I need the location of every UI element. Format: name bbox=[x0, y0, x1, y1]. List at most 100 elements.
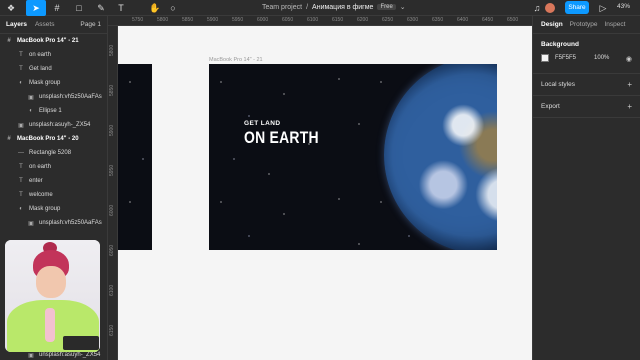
layer-item[interactable]: — Rectangle 5208 bbox=[0, 146, 107, 160]
avatar[interactable] bbox=[545, 3, 555, 13]
layer-label: unsplash:vh5z50AaFAs bbox=[39, 220, 102, 226]
layer-item[interactable]: T Get land bbox=[0, 62, 107, 76]
hero-title[interactable]: ON EARTH bbox=[244, 128, 319, 148]
background-fill-row[interactable]: F5F5F5 100% bbox=[541, 54, 632, 62]
pen-tool-icon[interactable]: ✎ bbox=[92, 0, 110, 16]
background-opacity[interactable]: 100% bbox=[594, 55, 609, 61]
zoom-level[interactable]: 43% bbox=[617, 3, 630, 10]
layer-label: Mask group bbox=[29, 206, 61, 212]
image-icon: ▣ bbox=[28, 220, 34, 227]
ruler-tick: 5900 bbox=[109, 124, 115, 136]
text-layer-icon: T bbox=[19, 192, 23, 198]
add-export-icon[interactable]: + bbox=[627, 102, 632, 111]
ruler-horizontal: 5750 5800 5850 5900 5950 6000 6050 6100 6150 6200… bbox=[108, 16, 543, 26]
ruler-tick: 6200 bbox=[357, 17, 369, 23]
background-section: Background F5F5F5 100% ◉ bbox=[533, 34, 640, 74]
present-play-icon[interactable]: ▷ bbox=[594, 0, 612, 16]
earth-image[interactable] bbox=[384, 64, 497, 250]
frame-label[interactable]: MacBook Pro 14" - 21 bbox=[209, 57, 263, 63]
headphones-icon[interactable]: ♫ bbox=[528, 0, 546, 16]
layer-label: Rectangle 5208 bbox=[29, 150, 72, 156]
ruler-tick: 5950 bbox=[109, 164, 115, 176]
text-layer-icon: T bbox=[19, 52, 23, 58]
breadcrumb-project[interactable]: Team project bbox=[262, 4, 302, 11]
frame-previous[interactable] bbox=[118, 64, 152, 250]
ruler-tick: 6050 bbox=[109, 244, 115, 256]
ruler-tick: 6150 bbox=[332, 17, 344, 23]
breadcrumb-separator: / bbox=[306, 3, 309, 11]
tab-inspect[interactable]: Inspect bbox=[605, 21, 626, 28]
image-icon: ▣ bbox=[18, 122, 24, 129]
frame-icon: # bbox=[7, 136, 11, 142]
layer-item[interactable]: Tenter bbox=[0, 174, 107, 188]
tab-layers[interactable]: Layers bbox=[6, 21, 27, 28]
page-selector[interactable]: Page 1 bbox=[80, 21, 101, 28]
file-name[interactable]: Анимация в фигме bbox=[312, 4, 373, 11]
canvas[interactable]: MacBook Pro 14" - 21 GET LAND ON EARTH bbox=[118, 26, 532, 360]
hand-tool-icon[interactable]: ✋ bbox=[146, 0, 164, 16]
layer-label: Mask group bbox=[29, 80, 61, 86]
layer-item[interactable]: # MacBook Pro 14" - 21 bbox=[0, 34, 107, 48]
ruler-tick: 5850 bbox=[109, 84, 115, 96]
layer-item[interactable]: ▣ unsplash:vh5z50AaFAs bbox=[0, 90, 107, 104]
top-toolbar: ❖ ➤ # □ ✎ T ✋ ○ Team project / Анимация … bbox=[0, 0, 640, 16]
add-style-icon[interactable]: + bbox=[627, 80, 632, 89]
share-button[interactable]: Share bbox=[565, 1, 589, 14]
hero-subtitle[interactable]: GET LAND bbox=[244, 120, 280, 127]
ruler-tick: 5950 bbox=[232, 17, 244, 23]
text-tool-icon[interactable]: T bbox=[112, 0, 130, 16]
layer-item[interactable]: ◐ Mask group bbox=[0, 202, 107, 216]
breadcrumb: Team project / Анимация в фигме Free ⌄ bbox=[262, 3, 406, 12]
layer-item[interactable]: Ton earth bbox=[0, 160, 107, 174]
mask-icon: ◐ bbox=[29, 108, 33, 114]
comment-icon[interactable]: ○ bbox=[164, 0, 182, 16]
background-hex[interactable]: F5F5F5 bbox=[555, 55, 576, 61]
move-tool-icon[interactable]: ➤ bbox=[26, 0, 46, 16]
tab-design[interactable]: Design bbox=[541, 21, 563, 28]
layer-label: unsplash:vh5z50AaFAs bbox=[39, 94, 102, 100]
layer-label: MacBook Pro 14" - 20 bbox=[17, 136, 79, 142]
frame-tool-icon[interactable]: # bbox=[48, 0, 66, 16]
image-icon: ▣ bbox=[28, 94, 34, 101]
left-tabs: Layers Assets Page 1 bbox=[0, 16, 107, 34]
tab-prototype[interactable]: Prototype bbox=[570, 21, 598, 28]
layer-label: on earth bbox=[29, 52, 52, 58]
layer-label: on earth bbox=[29, 164, 52, 170]
chevron-down-icon[interactable]: ⌄ bbox=[400, 3, 406, 11]
local-styles-title: Local styles bbox=[541, 81, 575, 88]
frame-icon: # bbox=[7, 38, 11, 44]
local-styles-section: Local styles + bbox=[533, 74, 640, 96]
color-swatch[interactable] bbox=[541, 54, 549, 62]
tab-assets[interactable]: Assets bbox=[35, 21, 55, 28]
desk-equipment bbox=[63, 336, 99, 350]
layer-label: enter bbox=[29, 178, 43, 184]
figma-menu-icon[interactable]: ❖ bbox=[2, 0, 20, 16]
rectangle-icon: — bbox=[18, 150, 24, 156]
right-tabs: Design Prototype Inspect bbox=[533, 16, 640, 34]
ruler-tick: 6500 bbox=[507, 17, 519, 23]
frame-macbook-21[interactable]: GET LAND ON EARTH bbox=[209, 64, 497, 250]
ruler-tick: 6450 bbox=[482, 17, 494, 23]
rectangle-tool-icon[interactable]: □ bbox=[70, 0, 88, 16]
presenter-face bbox=[36, 266, 66, 298]
layer-item[interactable]: ◐ Mask group bbox=[0, 76, 107, 90]
layer-item[interactable]: Ton earth bbox=[0, 48, 107, 62]
layer-item[interactable]: # MacBook Pro 14" - 20 bbox=[0, 132, 107, 146]
layer-label: Ellipse 1 bbox=[39, 108, 62, 114]
design-panel: Design Prototype Inspect Background F5F5… bbox=[532, 16, 640, 360]
ruler-tick: 6400 bbox=[457, 17, 469, 23]
export-section: Export + bbox=[533, 96, 640, 118]
ruler-tick: 6050 bbox=[282, 17, 294, 23]
ruler-tick: 6300 bbox=[407, 17, 419, 23]
layer-item[interactable]: ▣ unsplash:asuyh-_ZX54 bbox=[0, 118, 107, 132]
layer-item[interactable]: Twelcome bbox=[0, 188, 107, 202]
ruler-tick: 6100 bbox=[307, 17, 319, 23]
text-layer-icon: T bbox=[19, 66, 23, 72]
webcam-overlay bbox=[5, 240, 100, 352]
layer-item[interactable]: ◐ Ellipse 1 bbox=[0, 104, 107, 118]
layer-item[interactable]: ▣ unsplash:vh5z50AaFAs bbox=[0, 216, 107, 230]
layer-label: Get land bbox=[29, 66, 52, 72]
ruler-tick: 5800 bbox=[109, 44, 115, 56]
ruler-tick: 6150 bbox=[109, 324, 115, 336]
eye-icon[interactable]: ◉ bbox=[626, 55, 632, 63]
